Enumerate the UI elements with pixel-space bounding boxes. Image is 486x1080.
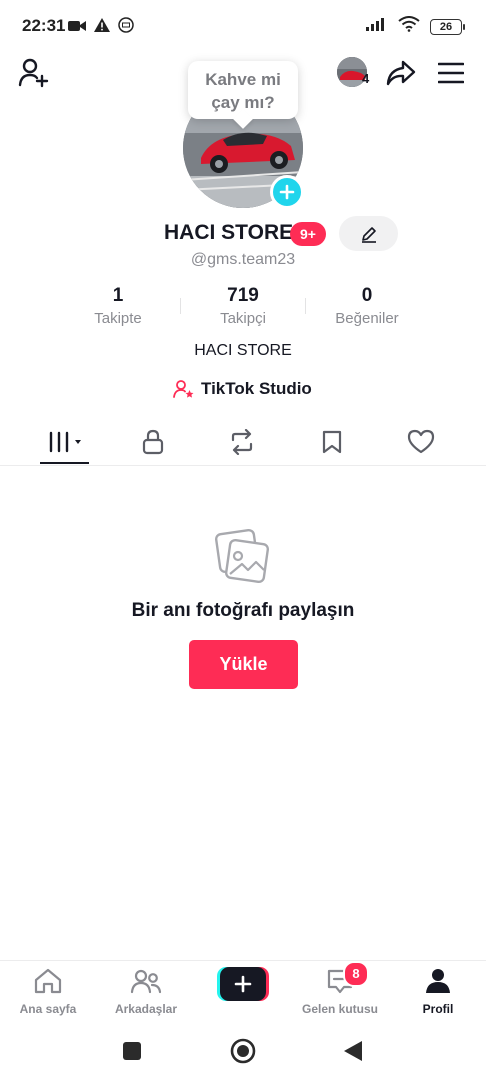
warning-icon: [94, 18, 110, 37]
stat-label: Beğeniler: [335, 310, 399, 327]
tooltip-bubble[interactable]: Kahve mi çay mı?: [188, 61, 298, 119]
create-button[interactable]: [217, 967, 269, 1001]
home-circle-icon[interactable]: [230, 1038, 256, 1069]
inbox-badge: 8: [343, 961, 369, 987]
repost-icon: [231, 428, 253, 455]
tab-videos[interactable]: [20, 418, 110, 465]
nav-inbox-label: Gelen kutusu: [301, 1002, 378, 1016]
system-nav-bar: [0, 1020, 486, 1080]
pencil-icon: [361, 226, 376, 243]
notification-badge[interactable]: 9+: [290, 222, 326, 246]
stat-likes[interactable]: 0 Beğeniler: [302, 285, 432, 327]
plus-icon: [279, 184, 295, 200]
friends-icon: [130, 969, 162, 994]
tab-favorites[interactable]: [287, 418, 377, 465]
status-bar: 22:31 26: [0, 0, 486, 52]
nav-friends[interactable]: Arkadaşlar: [98, 967, 194, 1016]
recents-icon[interactable]: [122, 1041, 142, 1066]
tooltip-line-2: çay mı?: [211, 93, 275, 112]
stat-followers[interactable]: 719 Takipçi: [178, 285, 308, 327]
nav-inbox[interactable]: Gelen kutusu: [292, 967, 388, 1016]
stat-value: 719: [227, 285, 259, 306]
nav-profile[interactable]: Profil: [390, 967, 486, 1016]
nav-home[interactable]: Ana sayfa: [0, 967, 96, 1016]
account-count: 4: [362, 71, 370, 86]
avatar-add-button[interactable]: [270, 175, 304, 209]
empty-state-message: Bir anı fotoğrafı paylaşın: [131, 600, 355, 621]
stat-value: 1: [112, 285, 124, 306]
signal-icon: [366, 17, 388, 36]
edit-profile-button[interactable]: [339, 216, 398, 251]
tiktok-studio-link[interactable]: TikTok Studio: [173, 379, 312, 399]
stat-label: Takipte: [94, 310, 142, 327]
lock-icon: [142, 429, 164, 454]
profile-name: HACI STORE: [164, 221, 294, 244]
app-badge-icon: [118, 17, 134, 38]
tab-private[interactable]: [108, 418, 198, 465]
active-tab-indicator: [40, 462, 89, 464]
home-icon: [34, 968, 62, 994]
nav-home-label: Ana sayfa: [19, 1002, 77, 1016]
nav-profile-label: Profil: [422, 1002, 454, 1016]
profile-icon: [426, 969, 450, 993]
bookmark-icon: [322, 430, 342, 453]
profile-tabs: [0, 418, 486, 466]
upload-button[interactable]: Yükle: [189, 640, 298, 689]
stat-following[interactable]: 1 Takipte: [53, 285, 183, 327]
photo-icon: [214, 526, 272, 589]
video-icon: [68, 19, 86, 37]
studio-user-icon: [173, 380, 194, 398]
battery-icon: 26: [430, 18, 465, 35]
videos-grid-icon: [47, 431, 81, 452]
tab-liked[interactable]: [376, 418, 466, 465]
studio-label: TikTok Studio: [201, 379, 312, 398]
tooltip-line-1: Kahve mi: [205, 70, 281, 89]
heart-icon: [407, 429, 435, 453]
plus-icon: [234, 975, 252, 993]
stat-value: 0: [361, 285, 373, 306]
profile-bio: HACI STORE: [194, 342, 292, 359]
share-icon[interactable]: [385, 58, 417, 93]
wifi-icon: [398, 16, 420, 37]
nav-friends-label: Arkadaşlar: [114, 1002, 178, 1016]
status-time: 22:31: [22, 16, 66, 35]
back-icon[interactable]: [343, 1040, 363, 1067]
add-user-icon[interactable]: [18, 58, 50, 93]
profile-username: @gms.team23: [190, 251, 296, 268]
menu-icon[interactable]: [437, 62, 465, 89]
tab-reposts[interactable]: [197, 418, 287, 465]
stat-label: Takipçi: [220, 310, 266, 327]
